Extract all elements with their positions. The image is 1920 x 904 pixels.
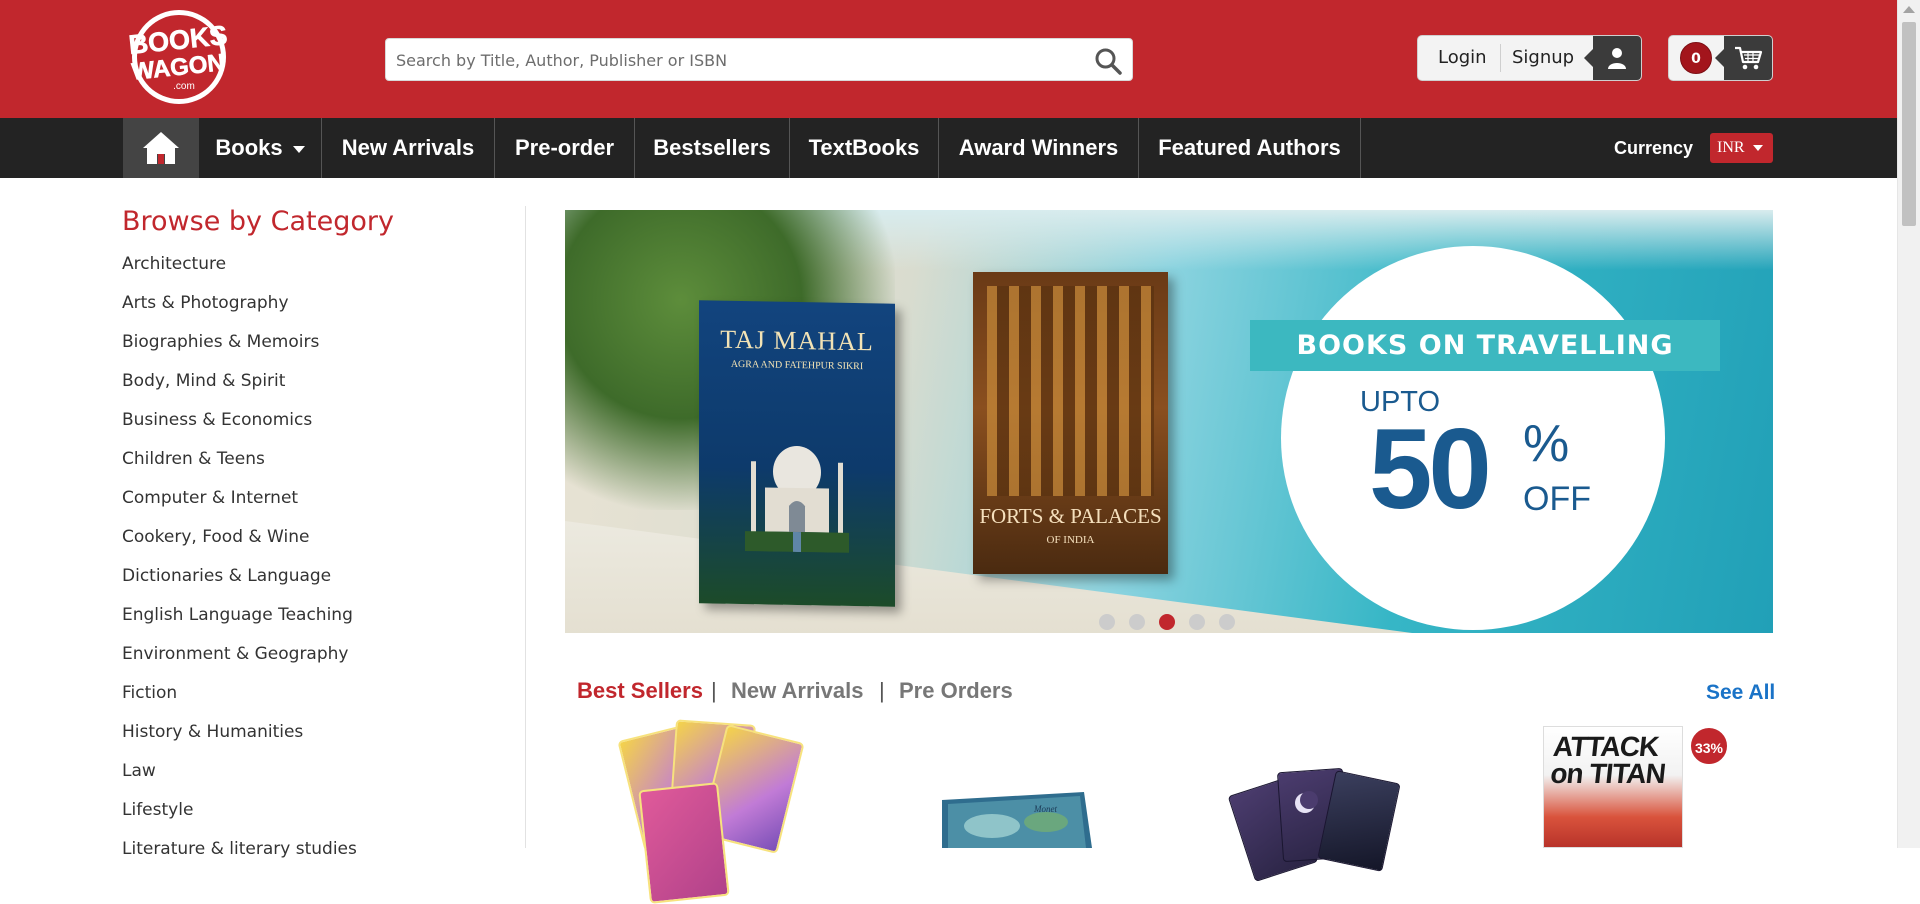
signup-link[interactable]: Signup [1512,36,1574,80]
category-link[interactable]: Arts & Photography [122,291,357,330]
manga-title-line2: on TITAN [1548,758,1667,789]
category-link[interactable]: Lifestyle [122,798,357,837]
currency-select[interactable]: INR [1710,133,1773,163]
scrollbar-thumb[interactable] [1902,22,1916,226]
tab-separator: | [711,678,717,703]
nav-books-label: Books [215,135,283,160]
category-link[interactable]: Architecture [122,252,357,291]
nav-textbooks[interactable]: TextBooks [790,118,939,178]
promo-discount-number: 50 [1369,406,1492,533]
nav-pre-order[interactable]: Pre-order [495,118,635,178]
svg-text:Monet: Monet [1033,804,1057,814]
scroll-up-arrow-icon[interactable] [1903,6,1915,13]
promo-banner[interactable]: TAJ MAHAL AGRA AND FATEHPUR SIKRI FORTS … [565,210,1773,633]
category-link[interactable]: Law [122,759,357,798]
see-all-link[interactable]: See All [1706,681,1775,705]
carousel-dot-4[interactable] [1189,614,1205,630]
promo-percent-sign: % [1523,415,1570,473]
category-link[interactable]: Biographies & Memoirs [122,330,357,369]
cart-button[interactable]: 0 [1668,35,1773,81]
chevron-down-icon [1752,145,1763,152]
carousel-dot-3[interactable] [1159,614,1175,630]
user-icon [1608,48,1626,69]
tab-separator: | [879,678,885,703]
puzzle-box-image: Monet [942,792,1092,848]
chevron-down-icon [292,145,305,153]
palace-arches-image [987,286,1154,496]
book-cover-taj-mahal: TAJ MAHAL AGRA AND FATEHPUR SIKRI [699,300,895,607]
cart-tab[interactable] [1715,36,1772,80]
page-scrollbar[interactable] [1897,0,1920,848]
category-link[interactable]: Fiction [122,681,357,720]
category-link[interactable]: History & Humanities [122,720,357,759]
top-header: BOOKS WAGON .com Login Signup 0 [0,0,1897,118]
main-nav: Books New Arrivals Pre-order Bestsellers… [0,118,1897,178]
nav-books[interactable]: Books [199,118,322,178]
category-link[interactable]: Dictionaries & Language [122,564,357,603]
moon-icon [1295,791,1318,813]
category-link[interactable]: Children & Teens [122,447,357,486]
promo-heading: BOOKS ON TRAVELLING [1250,320,1720,371]
category-link[interactable]: Cookery, Food & Wine [122,525,357,564]
cart-count-badge: 0 [1680,42,1712,74]
book1-title: TAJ MAHAL [720,324,874,357]
home-icon [143,132,179,164]
discount-badge: 33% [1689,726,1729,766]
tab-best-sellers[interactable]: Best Sellers [577,678,703,704]
user-menu-button[interactable] [1584,36,1641,80]
bookswagon-logo[interactable]: BOOKS WAGON .com [122,9,236,105]
manga-title: ATTACK on TITAN [1548,731,1669,789]
search-bar [385,38,1133,82]
taj-mahal-image [745,445,849,553]
promo-off: OFF [1523,480,1591,518]
currency-value: INR [1717,139,1745,156]
account-box: Login Signup [1417,35,1642,81]
carousel-dot-5[interactable] [1219,614,1235,630]
product-oracle-cards[interactable] [617,719,805,904]
login-link[interactable]: Login [1438,36,1487,80]
category-link[interactable]: Literature & literary studies [122,837,357,876]
oracle-card [638,782,730,904]
manga-title-line1: ATTACK [1551,731,1660,762]
nav-home-button[interactable] [123,118,199,178]
book-cover-forts-palaces: FORTS & PALACES OF INDIA [973,272,1168,574]
category-link[interactable]: Environment & Geography [122,642,357,681]
category-link[interactable]: Computer & Internet [122,486,357,525]
search-icon[interactable] [1094,47,1122,75]
product-attack-on-titan[interactable]: ATTACK on TITAN [1543,726,1683,848]
nav-featured-authors[interactable]: Featured Authors [1139,118,1361,178]
category-link[interactable]: Body, Mind & Spirit [122,369,357,408]
category-list: Architecture Arts & Photography Biograph… [122,252,357,876]
book2-subtitle: OF INDIA [1046,534,1095,546]
search-input[interactable] [394,39,1078,82]
nav-new-arrivals[interactable]: New Arrivals [322,118,495,178]
nav-award-winners[interactable]: Award Winners [939,118,1139,178]
category-sidebar: Browse by Category Architecture Arts & P… [122,206,526,859]
carousel-dot-2[interactable] [1129,614,1145,630]
account-divider [1500,44,1501,72]
product-tarot-cards[interactable] [1227,767,1404,882]
manga-cover: ATTACK on TITAN [1543,726,1683,848]
nav-bestsellers[interactable]: Bestsellers [635,118,790,178]
tab-pre-orders[interactable]: Pre Orders [899,678,1013,704]
cart-icon [1735,46,1763,70]
book2-title: FORTS & PALACES [979,504,1162,528]
currency-label: Currency [1614,138,1694,158]
sidebar-title: Browse by Category [122,206,394,237]
category-link[interactable]: Business & Economics [122,408,357,447]
svg-text:.com: .com [173,81,195,92]
product-monet-puzzle[interactable]: Monet [942,792,1092,848]
tab-new-arrivals[interactable]: New Arrivals [731,678,863,704]
book1-subtitle: AGRA AND FATEHPUR SIKRI [730,358,864,373]
category-link[interactable]: English Language Teaching [122,603,357,642]
carousel-dot-1[interactable] [1099,614,1115,630]
